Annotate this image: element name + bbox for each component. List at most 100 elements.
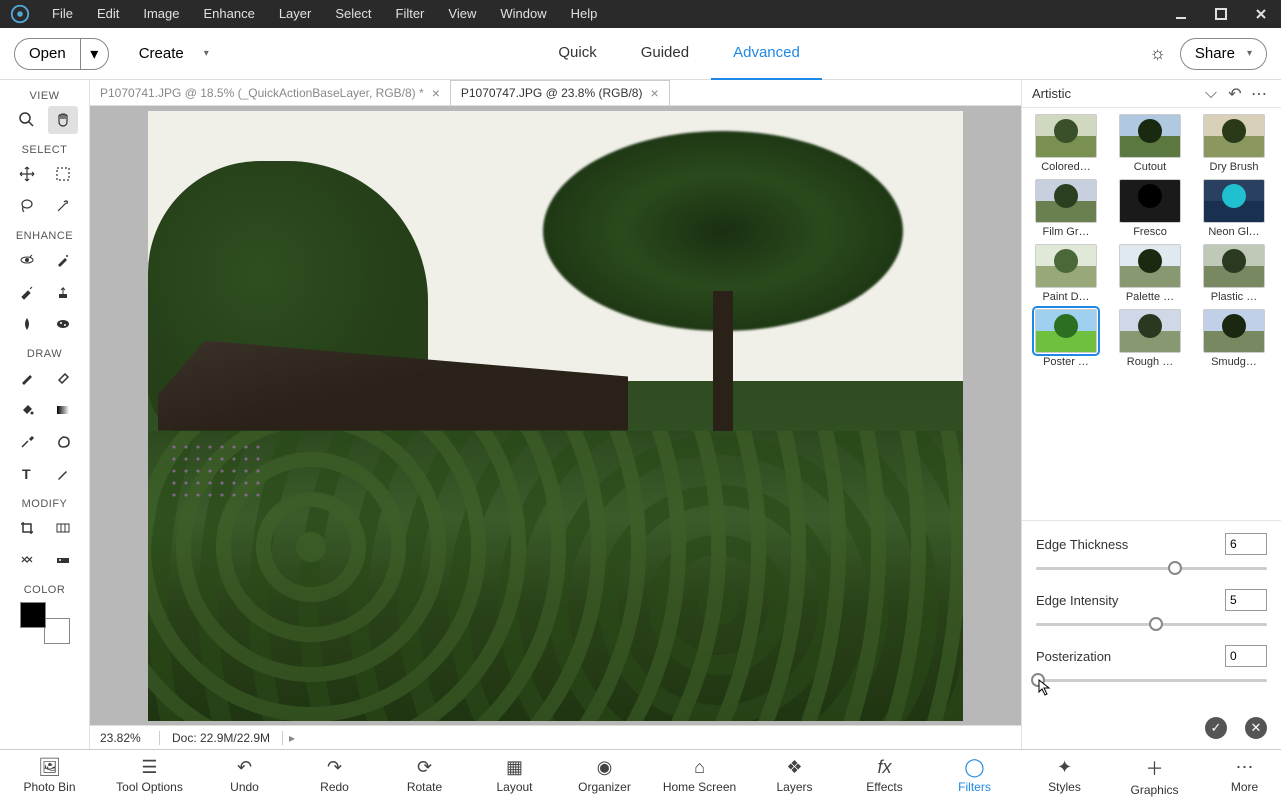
menu-view[interactable]: View	[436, 0, 488, 28]
bottom-bar: 🖼Photo Bin ☰Tool Options ↶Undo ↷Redo ⟳Ro…	[0, 749, 1281, 801]
crop-tool[interactable]	[12, 514, 42, 542]
open-button[interactable]: Open	[15, 39, 80, 69]
bottom-graphics[interactable]: ＋Graphics	[1110, 750, 1200, 801]
eye-tool[interactable]	[12, 246, 42, 274]
marquee-tool[interactable]	[48, 160, 78, 188]
gradient-tool[interactable]	[48, 396, 78, 424]
filter-colored-pencil[interactable]: Colored…	[1028, 114, 1104, 173]
minimize-button[interactable]	[1161, 0, 1201, 28]
bottom-tool-options[interactable]: ☰Tool Options	[100, 750, 200, 801]
status-menu[interactable]: ▸	[282, 731, 301, 745]
confirm-row: ✓ ✕	[1022, 713, 1281, 749]
tab-quick[interactable]: Quick	[536, 28, 618, 80]
posterization-slider[interactable]	[1036, 673, 1267, 687]
canvas-viewport[interactable]	[90, 106, 1021, 725]
menu-edit[interactable]: Edit	[85, 0, 131, 28]
open-dropdown[interactable]: ▾	[80, 39, 108, 69]
eyedropper-tool[interactable]	[12, 428, 42, 456]
toolbox-section-color: COLOR	[24, 584, 66, 596]
organizer-icon: ◉	[597, 757, 613, 778]
background-color[interactable]	[44, 618, 70, 644]
filter-rough-pastels[interactable]: Rough …	[1112, 309, 1188, 368]
blur-tool[interactable]	[12, 310, 42, 338]
apply-button[interactable]: ✓	[1205, 717, 1227, 739]
zoom-tool[interactable]	[12, 106, 42, 134]
chevron-down-icon[interactable]: ⌵	[1199, 85, 1223, 103]
filter-neon-glow[interactable]: Neon Gl…	[1196, 179, 1272, 238]
filter-paint-daubs[interactable]: Paint D…	[1028, 244, 1104, 303]
bottom-rotate[interactable]: ⟳Rotate	[380, 750, 470, 801]
filter-dry-brush[interactable]: Dry Brush	[1196, 114, 1272, 173]
straighten-tool[interactable]	[48, 546, 78, 574]
eraser-tool[interactable]	[48, 364, 78, 392]
filter-smudge-stick[interactable]: Smudg…	[1196, 309, 1272, 368]
edge-intensity-input[interactable]	[1225, 589, 1267, 611]
color-swatch[interactable]	[20, 602, 70, 644]
close-button[interactable]	[1241, 0, 1281, 28]
edge-intensity-slider[interactable]	[1036, 617, 1267, 631]
sponge-tool[interactable]	[48, 310, 78, 338]
bottom-redo[interactable]: ↷Redo	[290, 750, 380, 801]
filter-category-dropdown[interactable]: Artistic	[1032, 86, 1199, 101]
menu-layer[interactable]: Layer	[267, 0, 324, 28]
foreground-color[interactable]	[20, 602, 46, 628]
posterization-input[interactable]	[1225, 645, 1267, 667]
menu-filter[interactable]: Filter	[384, 0, 437, 28]
clone-stamp-tool[interactable]	[48, 278, 78, 306]
bottom-filters[interactable]: ◯Filters	[930, 750, 1020, 801]
cancel-button[interactable]: ✕	[1245, 717, 1267, 739]
filter-fresco[interactable]: Fresco	[1112, 179, 1188, 238]
paint-bucket-tool[interactable]	[12, 396, 42, 424]
spot-heal-tool[interactable]	[48, 246, 78, 274]
bottom-styles[interactable]: ✦Styles	[1020, 750, 1110, 801]
content-aware-move-tool[interactable]	[12, 546, 42, 574]
bottom-effects[interactable]: fxEffects	[840, 750, 930, 801]
menu-select[interactable]: Select	[323, 0, 383, 28]
toolbox-section-select: SELECT	[22, 144, 68, 156]
reset-icon[interactable]: ↶	[1223, 84, 1247, 104]
close-icon[interactable]: ×	[650, 85, 658, 101]
move-tool[interactable]	[12, 160, 42, 188]
bottom-undo[interactable]: ↶Undo	[200, 750, 290, 801]
brush-tool[interactable]	[12, 364, 42, 392]
smart-brush-tool[interactable]	[12, 278, 42, 306]
filter-poster-edges[interactable]: Poster …	[1028, 309, 1104, 368]
filter-film-grain[interactable]: Film Gr…	[1028, 179, 1104, 238]
text-tool[interactable]: T	[12, 460, 42, 488]
document-tab[interactable]: P1070741.JPG @ 18.5% (_QuickActionBaseLa…	[90, 80, 450, 105]
menu-file[interactable]: File	[40, 0, 85, 28]
bottom-layers[interactable]: ❖Layers	[750, 750, 840, 801]
filter-palette-knife[interactable]: Palette …	[1112, 244, 1188, 303]
bottom-organizer[interactable]: ◉Organizer	[560, 750, 650, 801]
create-button[interactable]: Create ▾	[139, 45, 209, 62]
maximize-button[interactable]	[1201, 0, 1241, 28]
bottom-more[interactable]: ⋯More	[1200, 750, 1281, 801]
lasso-tool[interactable]	[12, 192, 42, 220]
recompose-tool[interactable]	[48, 514, 78, 542]
pencil-tool[interactable]	[48, 460, 78, 488]
panel-menu-icon[interactable]: ⋯	[1247, 84, 1271, 104]
bottom-photo-bin[interactable]: 🖼Photo Bin	[0, 750, 100, 801]
shape-tool[interactable]	[48, 428, 78, 456]
menu-window[interactable]: Window	[488, 0, 558, 28]
magic-wand-tool[interactable]	[48, 192, 78, 220]
menu-image[interactable]: Image	[131, 0, 191, 28]
document-tab[interactable]: P1070747.JPG @ 23.8% (RGB/8) ×	[450, 80, 670, 105]
close-icon[interactable]: ×	[432, 85, 440, 101]
filter-cutout[interactable]: Cutout	[1112, 114, 1188, 173]
zoom-level[interactable]: 23.82%	[90, 731, 160, 745]
filter-plastic-wrap[interactable]: Plastic …	[1196, 244, 1272, 303]
bottom-layout[interactable]: ▦Layout	[470, 750, 560, 801]
home-icon: ⌂	[694, 757, 705, 778]
hand-tool[interactable]	[48, 106, 78, 134]
menu-help[interactable]: Help	[559, 0, 610, 28]
brightness-icon[interactable]: ☼	[1149, 43, 1166, 64]
tab-guided[interactable]: Guided	[619, 28, 711, 80]
edge-thickness-input[interactable]	[1225, 533, 1267, 555]
share-button[interactable]: Share ▾	[1180, 38, 1267, 70]
panel-header: Artistic ⌵ ↶ ⋯	[1022, 80, 1281, 108]
edge-thickness-slider[interactable]	[1036, 561, 1267, 575]
bottom-home-screen[interactable]: ⌂Home Screen	[650, 750, 750, 801]
menu-enhance[interactable]: Enhance	[192, 0, 267, 28]
tab-advanced[interactable]: Advanced	[711, 28, 822, 80]
